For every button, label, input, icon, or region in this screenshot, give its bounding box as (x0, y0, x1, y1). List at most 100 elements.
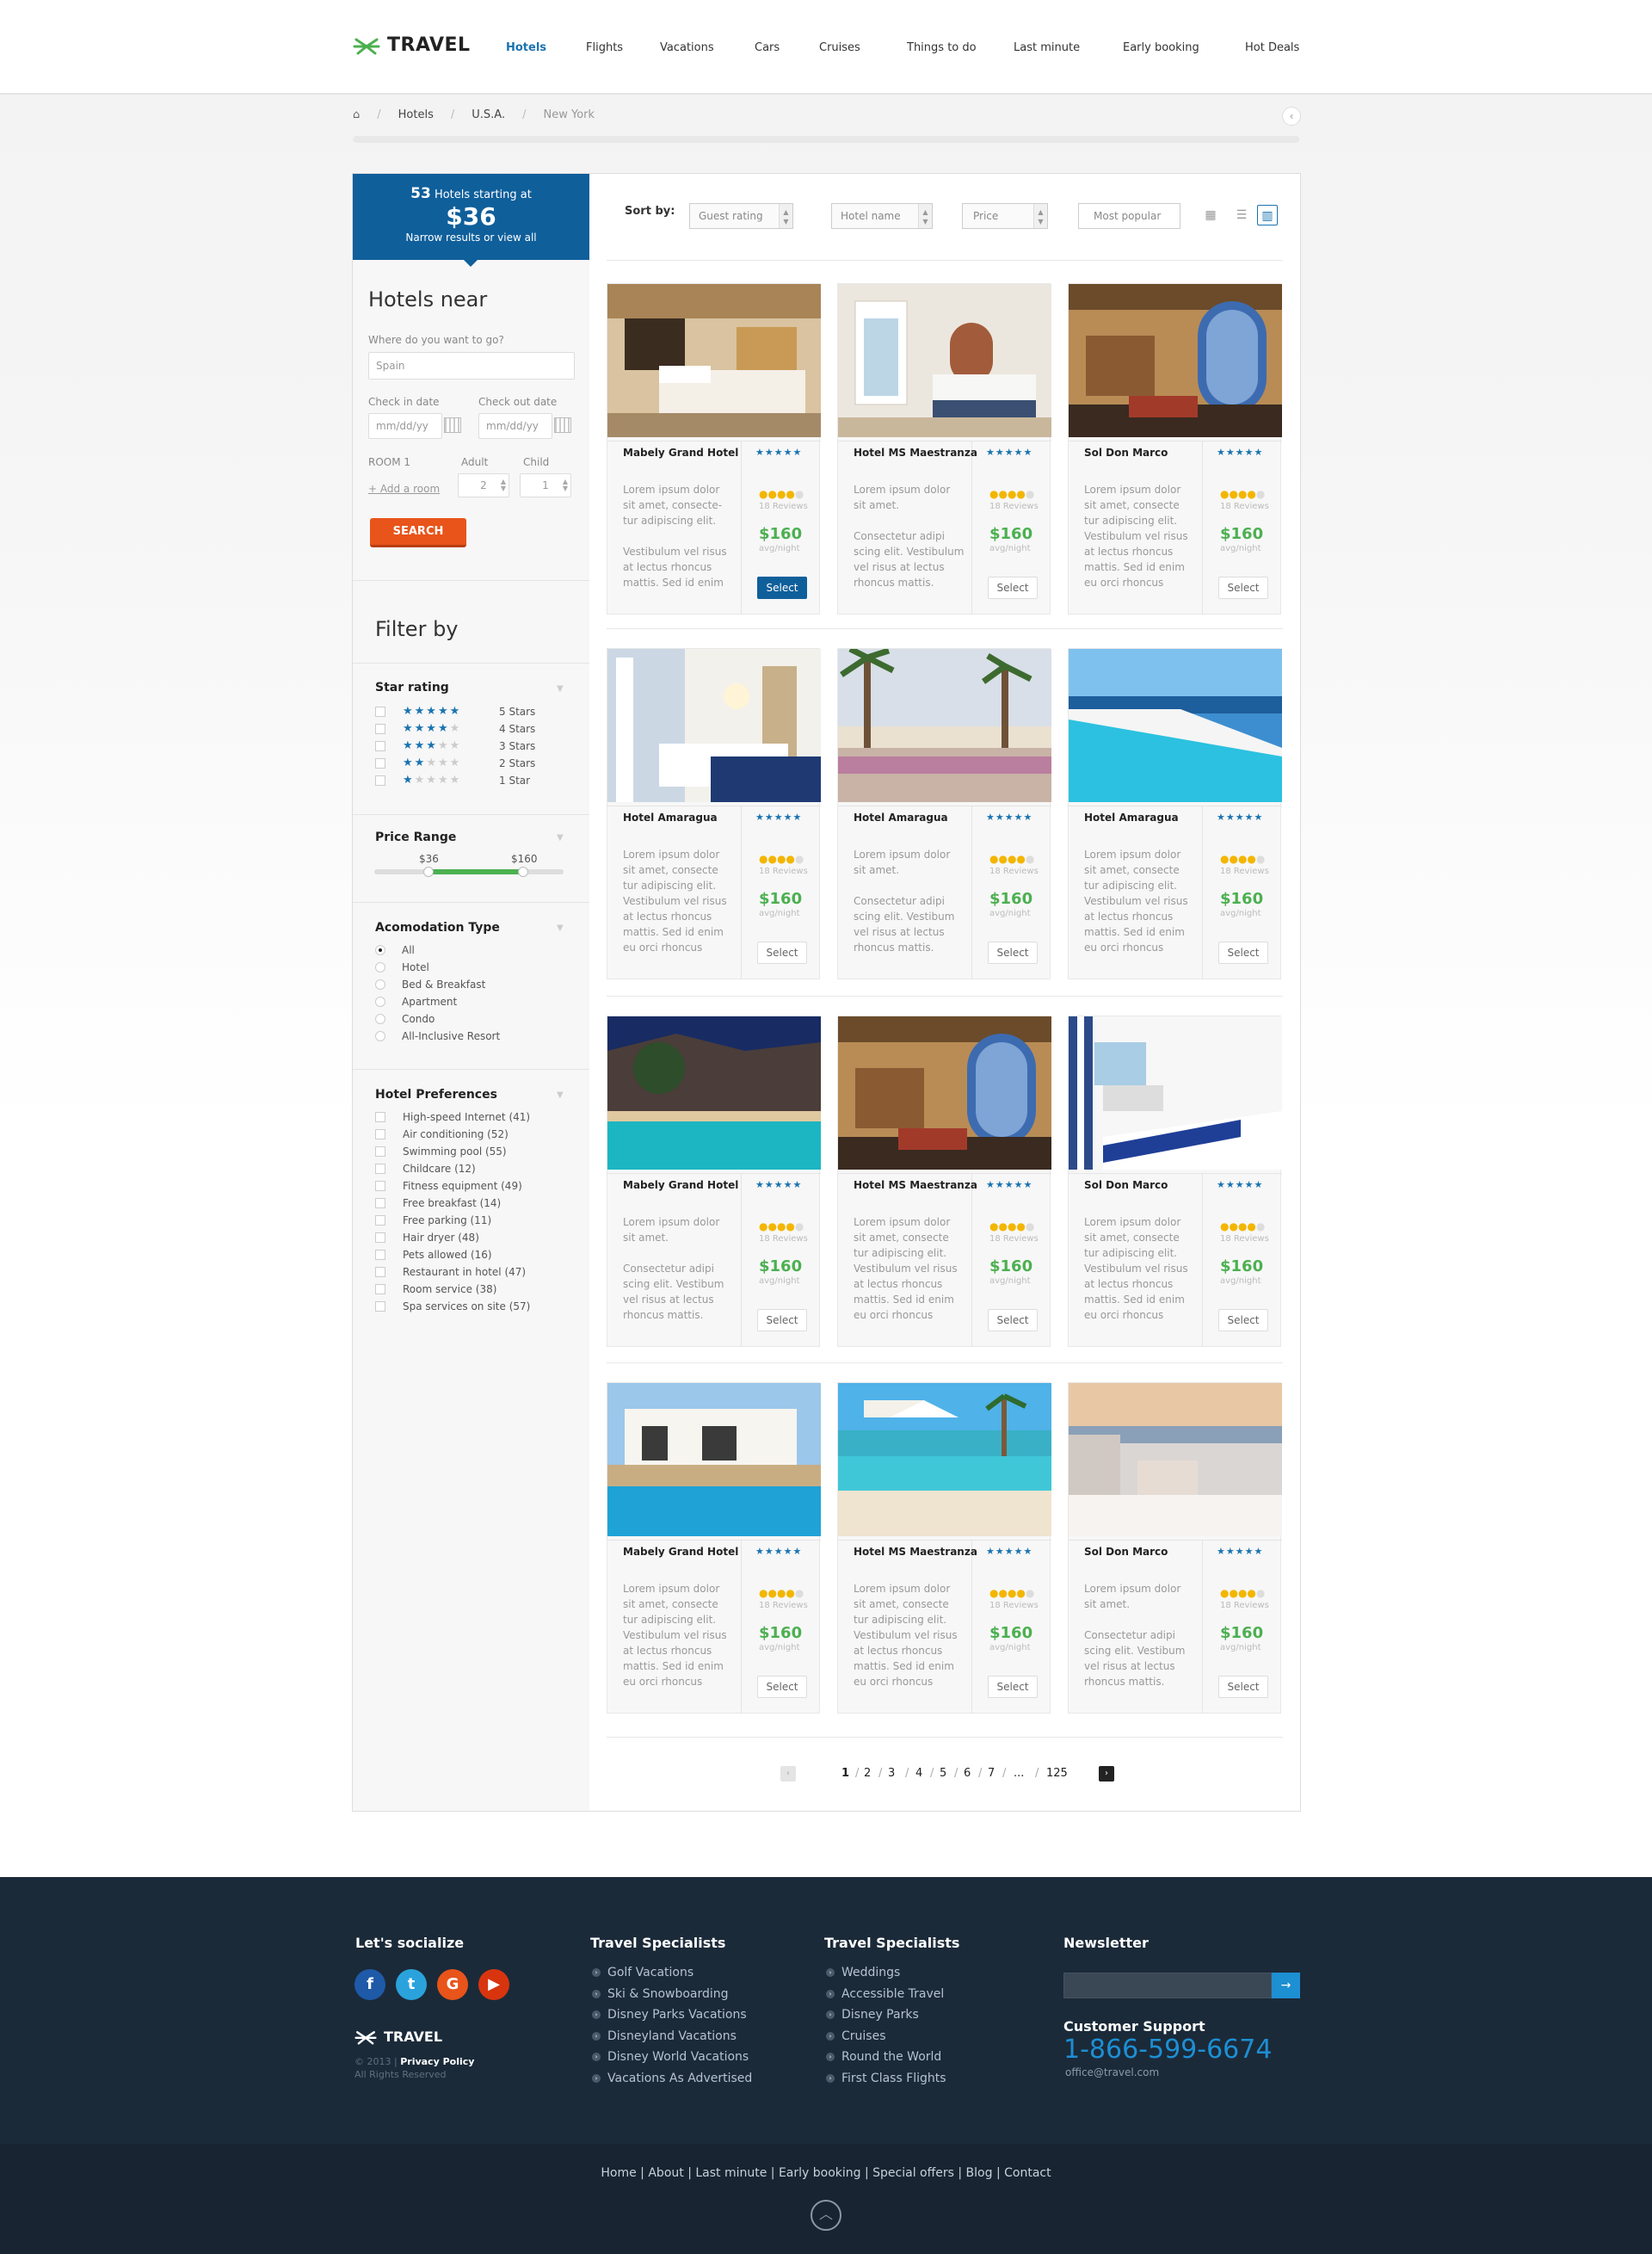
hotel-name[interactable]: Sol Don Marco (1084, 1179, 1205, 1191)
footer-link[interactable]: › Ski & Snowboarding (592, 1987, 729, 2001)
hotel-photo[interactable] (838, 649, 1051, 802)
page-link[interactable]: 6 (964, 1767, 971, 1780)
preference-option[interactable]: Free parking (11) (375, 1214, 491, 1226)
footer-link[interactable]: › First Class Flights (826, 2072, 946, 2085)
nav-item[interactable]: Early booking (1123, 41, 1199, 54)
add-room-link[interactable]: + Add a room (368, 483, 440, 495)
hotel-name[interactable]: Hotel Amaragua (854, 812, 974, 824)
list-icon[interactable]: ☰ (1231, 205, 1252, 225)
where-input[interactable]: Spain (368, 352, 575, 380)
review-count[interactable]: 18 Reviews (759, 1601, 808, 1610)
page-link[interactable]: 7 (988, 1767, 995, 1780)
preference-option[interactable]: Fitness equipment (49) (375, 1180, 522, 1192)
twitter-icon[interactable]: t (396, 1969, 427, 2000)
adult-select[interactable]: 2 ▲ ▼ (458, 473, 509, 497)
calendar-icon[interactable] (554, 417, 571, 433)
select-button[interactable]: Select (988, 577, 1038, 599)
page-link[interactable]: 125 (1046, 1767, 1068, 1780)
collapse-icon[interactable]: ▼ (557, 923, 564, 933)
checkbox[interactable] (375, 1301, 385, 1312)
accommodation-option[interactable]: Condo (375, 1013, 435, 1025)
accommodation-option[interactable]: All-Inclusive Resort (375, 1030, 500, 1042)
hotel-photo[interactable] (1069, 1016, 1282, 1170)
hotel-photo[interactable] (838, 1383, 1051, 1536)
hotel-name[interactable]: Hotel Amaragua (1084, 812, 1205, 824)
hotel-card[interactable]: Hotel MS Maestranza ★★★★★ Lorem ipsum dolo… (837, 1016, 1051, 1347)
select-button[interactable]: Select (988, 1309, 1038, 1331)
collapse-icon[interactable]: ▼ (557, 684, 564, 694)
review-count[interactable]: 18 Reviews (989, 1234, 1039, 1244)
select-button[interactable]: Select (757, 1676, 807, 1698)
preference-option[interactable]: Swimming pool (55) (375, 1146, 507, 1158)
site-logo[interactable]: TRAVEL (353, 34, 471, 56)
footer-link[interactable]: › Cruises (826, 2029, 886, 2043)
nav-item[interactable]: Cars (755, 41, 780, 54)
footer-link[interactable]: › Weddings (826, 1966, 900, 1979)
price-min-handle[interactable] (423, 867, 434, 877)
checkin-input[interactable]: mm/dd/yy (368, 413, 442, 439)
radio-button[interactable] (375, 979, 385, 990)
hotel-name[interactable]: Hotel MS Maestranza (854, 447, 977, 459)
footer-link[interactable]: › Disney Parks Vacations (592, 2008, 747, 2022)
review-count[interactable]: 18 Reviews (1220, 1601, 1269, 1610)
hotel-card[interactable]: Mabely Grand Hotel ★★★★★ Lorem ipsum dolor… (607, 1382, 821, 1714)
hotel-card[interactable]: Mabely Grand Hotel ★★★★★ Lorem ipsum dolor… (607, 283, 821, 614)
page-link[interactable]: ... (1014, 1767, 1024, 1780)
hotel-name[interactable]: Mabely Grand Hotel (623, 447, 743, 459)
hotel-photo[interactable] (607, 1016, 821, 1170)
select-button[interactable]: Select (1218, 1676, 1268, 1698)
hotel-name[interactable]: Mabely Grand Hotel (623, 1179, 743, 1191)
child-select[interactable]: 1 ▲ ▼ (520, 473, 571, 497)
select-button[interactable]: Select (757, 1309, 807, 1331)
promo-box[interactable]: 53 Hotels starting at $36 Narrow results… (353, 174, 589, 267)
checkbox[interactable] (375, 706, 385, 717)
collapse-icon[interactable]: ▼ (557, 1090, 564, 1100)
review-count[interactable]: 18 Reviews (759, 1234, 808, 1244)
hotel-name[interactable]: Hotel Amaragua (623, 812, 743, 824)
preference-option[interactable]: Childcare (12) (375, 1163, 476, 1175)
grid-small-icon[interactable]: ▦ (1200, 205, 1221, 225)
checkbox[interactable] (375, 1112, 385, 1122)
review-count[interactable]: 18 Reviews (1220, 867, 1269, 876)
chevron-left-icon[interactable]: ‹ (780, 1766, 796, 1782)
hotel-photo[interactable] (838, 1016, 1051, 1170)
star-filter-row[interactable]: ★★★★★ 2 Stars (375, 756, 535, 769)
arrow-right-icon[interactable]: → (1272, 1973, 1300, 1998)
preference-option[interactable]: Air conditioning (52) (375, 1128, 509, 1140)
star-filter-row[interactable]: ★★★★★ 1 Star (375, 774, 530, 787)
youtube-icon[interactable]: ▶ (478, 1969, 509, 2000)
review-count[interactable]: 18 Reviews (989, 1601, 1039, 1610)
nav-item[interactable]: Hot Deals (1245, 41, 1299, 54)
accommodation-option[interactable]: All (375, 944, 415, 956)
preference-option[interactable]: Pets allowed (16) (375, 1249, 492, 1261)
footer-link[interactable]: › Accessible Travel (826, 1987, 944, 2001)
hotel-photo[interactable] (1069, 649, 1282, 802)
breadcrumb-item[interactable]: New York (544, 108, 595, 121)
page-link[interactable]: 1 (841, 1767, 849, 1780)
footer-link[interactable]: › Round the World (826, 2050, 941, 2064)
star-filter-row[interactable]: ★★★★★ 5 Stars (375, 705, 535, 718)
google-plus-icon[interactable]: G (437, 1969, 468, 2000)
privacy-link[interactable]: Privacy Policy (400, 2056, 474, 2067)
radio-button[interactable] (375, 997, 385, 1007)
radio-button[interactable] (375, 945, 385, 955)
price-max-handle[interactable] (518, 867, 528, 877)
checkout-input[interactable]: mm/dd/yy (478, 413, 552, 439)
preference-option[interactable]: Hair dryer (48) (375, 1232, 479, 1244)
hotel-name[interactable]: Sol Don Marco (1084, 1546, 1205, 1558)
support-phone[interactable]: 1-866-599-6674 (1063, 2035, 1272, 2065)
page-link[interactable]: 3 (888, 1767, 895, 1780)
hotel-photo[interactable] (1069, 284, 1282, 437)
select-button[interactable]: Select (988, 1676, 1038, 1698)
preference-option[interactable]: Spa services on site (57) (375, 1300, 530, 1312)
nav-item[interactable]: Last minute (1014, 41, 1080, 54)
checkbox[interactable] (375, 775, 385, 786)
hotel-card[interactable]: Hotel MS Maestranza ★★★★★ Lorem ipsum dolo… (837, 283, 1051, 614)
preference-option[interactable]: Restaurant in hotel (47) (375, 1266, 526, 1278)
nav-item[interactable]: Things to do (907, 41, 977, 54)
hotel-photo[interactable] (1069, 1383, 1282, 1536)
checkbox[interactable] (375, 757, 385, 769)
hotel-photo[interactable] (607, 649, 821, 802)
select-button[interactable]: Select (1218, 1309, 1268, 1331)
review-count[interactable]: 18 Reviews (759, 502, 808, 511)
